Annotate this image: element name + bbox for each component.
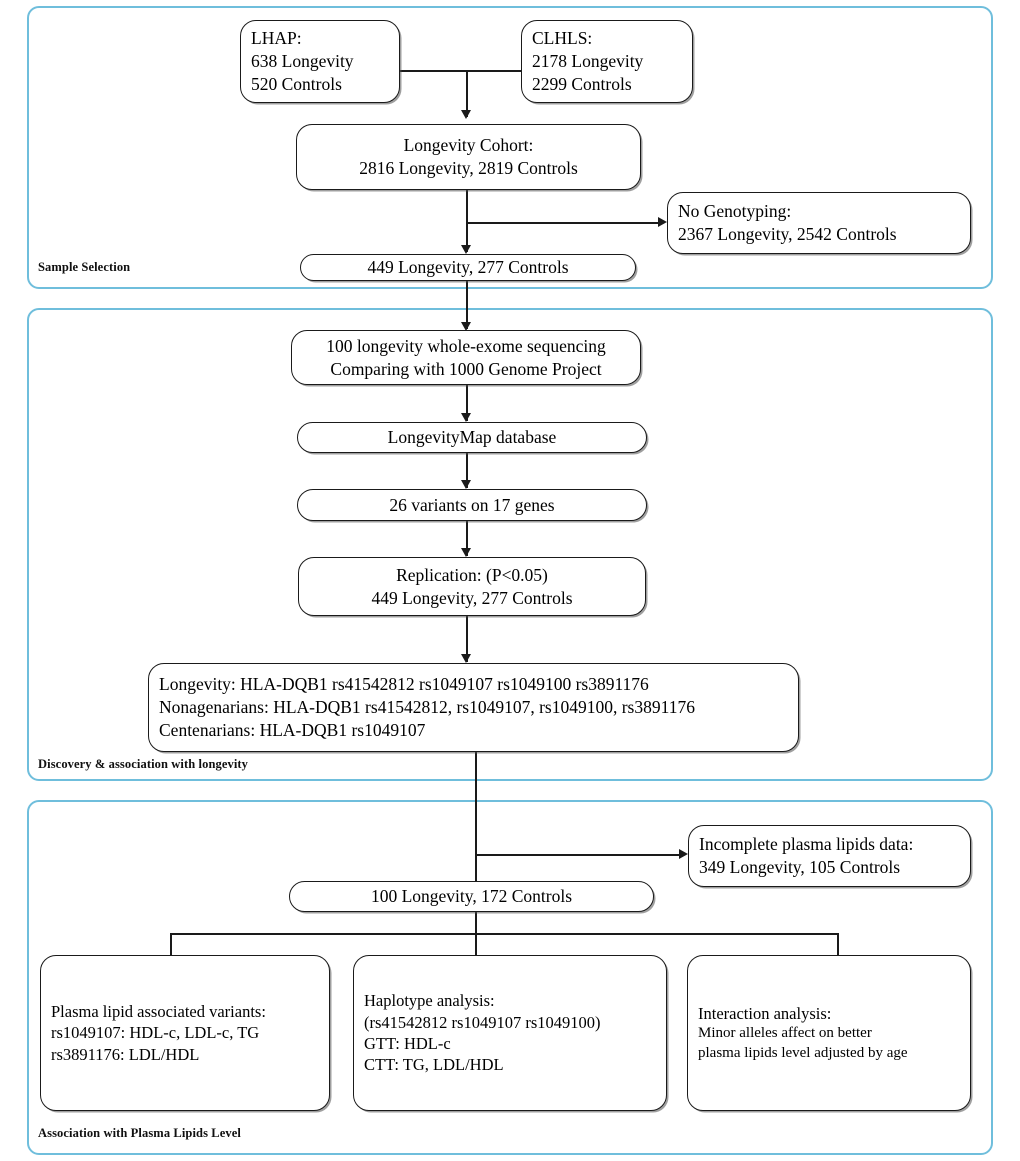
node-no-genotyping-line-1: No Genotyping: xyxy=(678,201,792,222)
node-clhls-line-1: CLHLS: xyxy=(532,28,593,49)
arrowhead-to-variants xyxy=(461,480,471,489)
node-wes-line-1: 100 longevity whole-exome sequencing xyxy=(326,335,606,356)
node-lipids-cohort: 100 Longevity, 172 Controls xyxy=(289,881,654,912)
node-haplotype-analysis: Haplotype analysis: (rs41542812 rs104910… xyxy=(353,955,667,1111)
connector-three-way-bus xyxy=(170,933,838,935)
node-haplotype-line-1: Haplotype analysis: xyxy=(364,991,495,1011)
node-longevity-cohort-line-1: Longevity Cohort: xyxy=(403,135,534,156)
flowchart-canvas: Sample Selection Discovery & association… xyxy=(0,0,1020,1161)
node-interaction-line-1: Interaction analysis: xyxy=(698,1003,832,1023)
node-incomplete-lipids-line-2: 349 Longevity, 105 Controls xyxy=(699,857,901,877)
node-longevitymap-line-1: LongevityMap database xyxy=(387,427,557,448)
arrowhead-to-genotyped xyxy=(461,245,471,254)
node-variants-line-1: 26 variants on 17 genes xyxy=(389,494,555,515)
node-replication-line-2: 449 Longevity, 277 Controls xyxy=(371,587,573,608)
section-label-discovery: Discovery & association with longevity xyxy=(38,757,249,771)
node-interaction-line-3: plasma lipids level adjusted by age xyxy=(698,1044,908,1061)
arrowhead-to-longevitymap xyxy=(461,413,471,422)
node-wes-line-2: Comparing with 1000 Genome Project xyxy=(330,358,602,379)
node-plasma-variants-line-1: Plasma lipid associated variants: xyxy=(51,1001,266,1021)
node-wes: 100 longevity whole-exome sequencing Com… xyxy=(291,330,641,385)
node-plasma-variants: Plasma lipid associated variants: rs1049… xyxy=(40,955,330,1111)
node-replication: Replication: (P<0.05) 449 Longevity, 277… xyxy=(298,557,646,616)
node-genotyped-sample: 449 Longevity, 277 Controls xyxy=(300,254,636,281)
node-longevity-cohort-line-2: 2816 Longevity, 2819 Controls xyxy=(359,158,578,178)
connector-branch-plasma-variants xyxy=(170,933,172,955)
node-plasma-variants-line-3: rs3891176: LDL/HDL xyxy=(51,1044,200,1064)
node-haplotype-line-3: GTT: HDL-c xyxy=(364,1034,451,1053)
node-associations-line-2: Nonagenarians: HLA-DQB1 rs41542812, rs10… xyxy=(159,697,695,718)
connector-to-incomplete-lipids xyxy=(475,854,683,856)
node-clhls-line-2: 2178 Longevity xyxy=(532,51,644,72)
node-replication-line-1: Replication: (P<0.05) xyxy=(396,564,548,585)
node-lhap-line-2: 638 Longevity xyxy=(251,51,354,72)
node-associations-line-1: Longevity: HLA-DQB1 rs41542812 rs1049107… xyxy=(159,674,649,695)
node-genotyped-sample-line-1: 449 Longevity, 277 Controls xyxy=(367,257,569,278)
connector-branch-interaction xyxy=(837,933,839,955)
node-lhap: LHAP: 638 Longevity 520 Controls xyxy=(240,20,400,103)
node-variants: 26 variants on 17 genes xyxy=(297,489,647,521)
node-haplotype-line-4: CTT: TG, LDL/HDL xyxy=(364,1055,504,1075)
connector-branch-haplotype xyxy=(475,933,477,955)
arrowhead-to-associations xyxy=(461,654,471,663)
node-incomplete-lipids: Incomplete plasma lipids data: 349 Longe… xyxy=(688,825,971,887)
section-label-sample-selection: Sample Selection xyxy=(38,260,131,274)
node-associations-line-3: Centenarians: HLA-DQB1 rs1049107 xyxy=(159,719,426,740)
node-haplotype-line-2: (rs41542812 rs1049107 rs1049100) xyxy=(364,1012,601,1032)
connector-lipids-cohort-down xyxy=(475,912,477,934)
node-longevity-cohort: Longevity Cohort: 2816 Longevity, 2819 C… xyxy=(296,124,641,190)
node-clhls: CLHLS: 2178 Longevity 2299 Controls xyxy=(521,20,693,103)
node-incomplete-lipids-line-1: Incomplete plasma lipids data: xyxy=(699,834,914,855)
node-lhap-line-1: LHAP: xyxy=(251,28,302,49)
connector-cohort-to-no-genotyping xyxy=(466,222,662,224)
node-lipids-cohort-line-1: 100 Longevity, 172 Controls xyxy=(370,886,573,907)
node-longevitymap: LongevityMap database xyxy=(297,422,647,453)
arrowhead-to-incomplete-lipids xyxy=(679,849,688,859)
node-interaction-line-2: Minor alleles affect on better xyxy=(698,1025,872,1042)
node-no-genotyping: No Genotyping: 2367 Longevity, 2542 Cont… xyxy=(667,192,971,254)
node-clhls-line-3: 2299 Controls xyxy=(532,73,632,94)
section-label-plasma-lipids: Association with Plasma Lipids Level xyxy=(38,1126,241,1140)
connector-cohort-to-genotyped xyxy=(466,190,468,252)
node-no-genotyping-line-2: 2367 Longevity, 2542 Controls xyxy=(678,224,897,244)
connector-lhap-clhls xyxy=(400,70,522,72)
arrowhead-to-cohort xyxy=(461,110,471,119)
node-plasma-variants-line-2: rs1049107: HDL-c, LDL-c, TG xyxy=(51,1023,260,1043)
arrowhead-to-replication xyxy=(461,548,471,557)
node-associations: Longevity: HLA-DQB1 rs41542812 rs1049107… xyxy=(148,663,799,752)
arrowhead-to-no-genotyping xyxy=(658,217,667,227)
node-lhap-line-3: 520 Controls xyxy=(251,73,342,94)
node-interaction-analysis: Interaction analysis: Minor alleles affe… xyxy=(687,955,971,1111)
